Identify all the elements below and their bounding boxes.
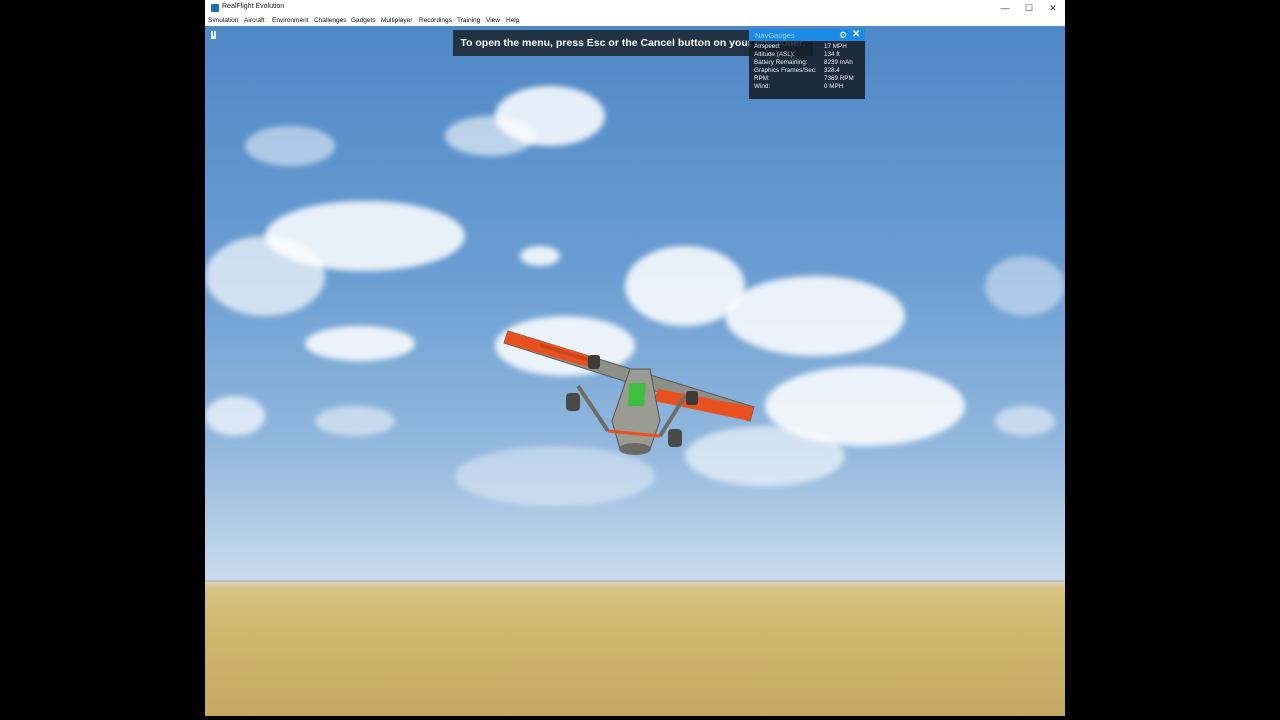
menu-simulation[interactable]: Simulation — [208, 17, 238, 24]
nav-row-altitude: Altitude (ASL): 134 ft — [749, 51, 865, 59]
menu-recordings[interactable]: Recordings — [419, 17, 452, 24]
cloud — [445, 116, 535, 156]
cloud — [995, 406, 1055, 436]
nav-row-fps: Graphics Frames/Sec: 328.4 — [749, 67, 865, 75]
cloud — [520, 246, 560, 266]
aircraft-fuselage — [611, 368, 661, 455]
cloud — [245, 126, 335, 166]
hand-cursor-icon — [211, 31, 216, 39]
nav-panel-header[interactable]: NavGauges ⚙ ✕ — [749, 29, 865, 41]
nav-label: Graphics Frames/Sec: — [754, 67, 817, 74]
title-bar: RealFlight Evolution — ☐ ✕ — [205, 0, 1065, 16]
menu-aircraft[interactable]: Aircraft — [244, 17, 265, 24]
nav-gauges-panel: NavGauges ⚙ ✕ Airspeed: 17 MPH Altitude … — [749, 29, 865, 99]
menu-training[interactable]: Training — [457, 17, 480, 24]
maximize-button[interactable]: ☐ — [1017, 0, 1041, 16]
flight-viewport[interactable]: To open the menu, press Esc or the Cance… — [205, 26, 1065, 716]
close-window-button[interactable]: ✕ — [1041, 0, 1065, 16]
nav-value: 328.4 — [824, 67, 840, 74]
cloud — [985, 256, 1065, 316]
nav-value: 7369 RPM — [824, 75, 854, 82]
nav-row-wind: Wind: 0 MPH — [749, 83, 865, 91]
nav-value: 8239 mAh — [824, 59, 853, 66]
window-title: RealFlight Evolution — [222, 3, 285, 10]
nav-row-battery: Battery Remaining: 8239 mAh — [749, 59, 865, 67]
menu-view[interactable]: View — [486, 17, 500, 24]
nav-label: Altitude (ASL): — [754, 51, 795, 58]
nav-row-rpm: RPM: 7369 RPM — [749, 75, 865, 83]
menu-help[interactable]: Help — [506, 17, 519, 24]
app-logo-icon — [211, 4, 219, 12]
nav-value: 134 ft — [824, 51, 840, 58]
nav-value: 17 MPH — [824, 43, 847, 50]
aircraft-model — [503, 330, 755, 455]
ground-field — [205, 582, 1065, 716]
nav-panel-title: NavGauges — [755, 31, 795, 40]
cloud — [205, 236, 325, 316]
nav-label: Battery Remaining: — [754, 59, 808, 66]
cloud — [315, 406, 395, 436]
minimize-button[interactable]: — — [993, 0, 1017, 16]
menu-gadgets[interactable]: Gadgets — [351, 17, 376, 24]
app-window: RealFlight Evolution — ☐ ✕ Simulation Ai… — [205, 0, 1065, 716]
menu-challenges[interactable]: Challenges — [314, 17, 347, 24]
cloud — [205, 396, 265, 436]
cloud — [305, 326, 415, 361]
nav-label: RPM: — [754, 75, 770, 82]
gear-icon[interactable]: ⚙ — [839, 30, 847, 41]
menu-bar: Simulation Aircraft Environment Challeng… — [205, 16, 1065, 26]
nav-label: Wind: — [754, 83, 771, 90]
nav-label: Airspeed: — [754, 43, 781, 50]
nav-value: 0 MPH — [824, 83, 844, 90]
close-icon[interactable]: ✕ — [852, 29, 860, 40]
nav-row-airspeed: Airspeed: 17 MPH — [749, 43, 865, 51]
menu-environment[interactable]: Environment — [272, 17, 309, 24]
menu-multiplayer[interactable]: Multiplayer — [381, 17, 412, 24]
